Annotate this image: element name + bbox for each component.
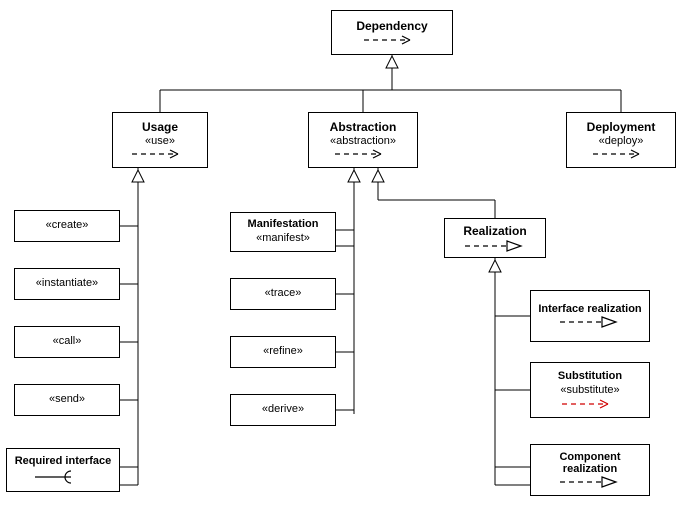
node-stereotype: «trace» xyxy=(265,287,302,301)
node-manifestation: Manifestation «manifest» xyxy=(230,212,336,252)
node-title: Interface realization xyxy=(538,303,641,315)
node-instantiate: «instantiate» xyxy=(14,268,120,300)
node-call: «call» xyxy=(14,326,120,358)
required-interface-icon xyxy=(31,469,95,485)
node-title: Component realization xyxy=(537,451,643,475)
node-title: Dependency xyxy=(356,19,427,34)
node-title: Abstraction xyxy=(330,120,397,135)
node-send: «send» xyxy=(14,384,120,416)
connector-layer xyxy=(0,0,700,519)
dashed-hollow-arrow-icon xyxy=(558,315,622,329)
node-interface-realization: Interface realization xyxy=(530,290,650,342)
node-refine: «refine» xyxy=(230,336,336,368)
dashed-hollow-arrow-icon xyxy=(558,475,622,489)
node-stereotype: «create» xyxy=(46,219,89,233)
dashed-open-arrow-icon xyxy=(591,148,651,160)
node-dependency: Dependency xyxy=(331,10,453,55)
node-title: Required interface xyxy=(15,455,112,469)
node-title: Substitution xyxy=(558,370,622,384)
node-stereotype: «call» xyxy=(53,335,82,349)
dashed-open-arrow-icon xyxy=(362,34,422,46)
dashed-hollow-arrow-icon xyxy=(463,239,527,253)
node-component-realization: Component realization xyxy=(530,444,650,496)
node-stereotype: «manifest» xyxy=(256,232,310,246)
dashed-open-arrow-icon xyxy=(560,398,620,410)
node-title: Deployment xyxy=(587,120,656,135)
node-stereotype: «send» xyxy=(49,393,85,407)
node-title: Manifestation xyxy=(248,218,319,232)
node-create: «create» xyxy=(14,210,120,242)
node-stereotype: «instantiate» xyxy=(36,277,98,291)
node-stereotype: «substitute» xyxy=(560,384,619,398)
node-derive: «derive» xyxy=(230,394,336,426)
diagram-canvas: Dependency Usage «use» Abstraction «abst… xyxy=(0,0,700,519)
dashed-open-arrow-icon xyxy=(333,148,393,160)
node-stereotype: «derive» xyxy=(262,403,304,417)
node-title: Realization xyxy=(463,224,526,239)
node-stereotype: «use» xyxy=(145,135,175,149)
node-substitution: Substitution «substitute» xyxy=(530,362,650,418)
node-stereotype: «deploy» xyxy=(599,135,644,149)
dashed-open-arrow-icon xyxy=(130,148,190,160)
node-trace: «trace» xyxy=(230,278,336,310)
node-stereotype: «refine» xyxy=(263,345,303,359)
node-title: Usage xyxy=(142,120,178,135)
node-abstraction: Abstraction «abstraction» xyxy=(308,112,418,168)
node-realization: Realization xyxy=(444,218,546,258)
node-required-interface: Required interface xyxy=(6,448,120,492)
node-stereotype: «abstraction» xyxy=(330,135,396,149)
node-deployment: Deployment «deploy» xyxy=(566,112,676,168)
node-usage: Usage «use» xyxy=(112,112,208,168)
